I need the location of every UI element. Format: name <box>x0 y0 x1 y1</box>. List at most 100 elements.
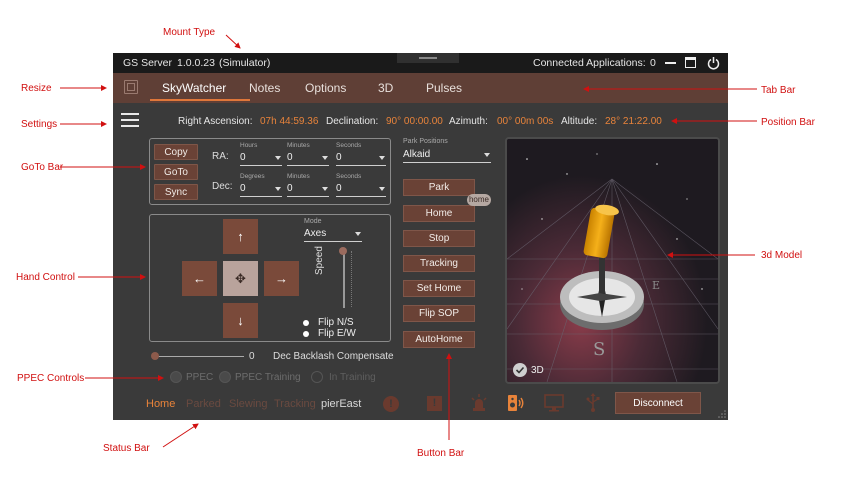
compass-east-letter: E <box>652 279 660 292</box>
flip-ew-radio[interactable] <box>303 331 309 337</box>
ra-input-label: RA: <box>212 151 229 162</box>
alert-circle-icon[interactable]: ! <box>383 396 399 412</box>
ra-seconds-label: Seconds <box>336 142 362 149</box>
disconnect-button[interactable]: Disconnect <box>615 392 701 414</box>
stop-button[interactable]: Stop <box>403 230 475 247</box>
ra-value: 07h 44:59.36 <box>260 116 319 127</box>
speed-slider[interactable] <box>343 250 345 308</box>
azimuth-label: Azimuth: <box>449 116 488 127</box>
annotation-position-bar: Position Bar <box>761 117 815 128</box>
tracking-button[interactable]: Tracking <box>403 255 475 272</box>
hand-control-panel: ↑ ← ✥ → ↓ Mode Axes Speed Flip N/S Flip … <box>149 214 391 342</box>
warning-square-icon[interactable]: ! <box>427 396 442 411</box>
mode-label: Mode <box>304 218 322 225</box>
mode-select[interactable]: Axes <box>304 228 362 242</box>
siren-icon[interactable] <box>471 394 487 412</box>
title-bar: GS Server 1.0.0.23 (Simulator) Connected… <box>113 53 728 73</box>
annotation-mount-type: Mount Type <box>163 27 216 38</box>
power-icon[interactable] <box>707 56 720 70</box>
home-button[interactable]: Home <box>403 205 475 222</box>
backlash-label: Dec Backlash Compensate <box>273 351 394 362</box>
3d-model-view[interactable]: S E 3D <box>505 137 720 384</box>
azimuth-value: 00° 00m 00s <box>497 116 554 127</box>
goto-button[interactable]: GoTo <box>154 164 198 180</box>
ppec-training-toggle[interactable] <box>219 371 231 383</box>
tab-bar: SkyWatcher Notes Options 3D Pulses <box>113 73 728 103</box>
altitude-label: Altitude: <box>561 116 598 127</box>
annotation-ppec-controls: PPEC Controls <box>17 373 85 384</box>
altitude-value: 28° 21:22.00 <box>605 116 662 127</box>
resize-icon[interactable] <box>124 80 138 94</box>
tab-skywatcher[interactable]: SkyWatcher <box>162 81 226 95</box>
3d-toggle-label: 3D <box>531 365 544 376</box>
dec-degrees-select[interactable]: 0 <box>240 183 282 197</box>
dec-input-label: Dec: <box>212 181 233 192</box>
status-slewing: Slewing <box>229 398 268 410</box>
annotation-settings: Settings <box>21 119 58 130</box>
status-pier-side: pierEast <box>321 398 362 410</box>
ppec-training-label: PPEC Training <box>235 372 301 383</box>
ppec-label: PPEC <box>186 372 214 383</box>
annotated-screenshot: Mount Type Resize Settings GoTo Bar Hand… <box>0 0 841 484</box>
ppec-toggle[interactable] <box>170 371 182 383</box>
copy-button[interactable]: Copy <box>154 144 198 160</box>
3d-toggle-check-icon[interactable] <box>513 363 527 377</box>
backlash-slider[interactable] <box>154 356 244 357</box>
connected-apps-label: Connected Applications: <box>533 57 646 69</box>
autohome-button[interactable]: AutoHome <box>403 331 475 348</box>
dec-minutes-select[interactable]: 0 <box>287 183 329 197</box>
ra-label: Right Ascension: <box>178 116 253 127</box>
tab-options[interactable]: Options <box>305 81 346 95</box>
gs-server-window: GS Server 1.0.0.23 (Simulator) Connected… <box>113 53 728 420</box>
ra-hours-select[interactable]: 0 <box>240 152 282 166</box>
minimize-icon[interactable] <box>665 62 676 64</box>
annotation-3d-model: 3d Model <box>761 250 803 261</box>
dec-label: Declination: <box>326 116 379 127</box>
ra-seconds-select[interactable]: 0 <box>336 152 386 166</box>
backlash-value: 0 <box>249 351 255 362</box>
tab-notes[interactable]: Notes <box>249 81 280 95</box>
backlash-slider-thumb[interactable] <box>151 352 159 360</box>
tab-3d[interactable]: 3D <box>378 81 393 95</box>
ra-minutes-select[interactable]: 0 <box>287 152 329 166</box>
maximize-icon[interactable] <box>685 57 696 68</box>
active-tab-indicator <box>150 99 250 101</box>
move-right-button[interactable]: → <box>264 261 299 296</box>
in-training-indicator <box>311 371 323 383</box>
connected-apps-count: 0 <box>650 57 656 69</box>
monitor-icon[interactable] <box>544 394 564 412</box>
move-down-button[interactable]: ↓ <box>223 303 258 338</box>
status-tracking: Tracking <box>274 398 316 410</box>
annotation-hand-control: Hand Control <box>16 272 75 283</box>
speaker-icon[interactable] <box>507 394 525 412</box>
drag-handle[interactable] <box>397 53 459 63</box>
move-up-button[interactable]: ↑ <box>223 219 258 254</box>
dec-seconds-label: Seconds <box>336 173 362 180</box>
speed-label: Speed <box>314 246 325 275</box>
speed-ticks <box>351 251 354 307</box>
status-home: Home <box>146 398 176 410</box>
compass-south-letter: S <box>593 339 605 360</box>
move-center-button[interactable]: ✥ <box>223 261 258 296</box>
status-parked: Parked <box>186 398 221 410</box>
mount-type: (Simulator) <box>219 57 271 69</box>
sync-button[interactable]: Sync <box>154 184 198 200</box>
flip-ns-radio[interactable] <box>303 320 309 326</box>
ra-hours-label: Hours <box>240 142 258 149</box>
annotation-status-bar: Status Bar <box>103 443 150 454</box>
annotation-button-bar: Button Bar <box>417 448 465 459</box>
set-home-button[interactable]: Set Home <box>403 280 475 297</box>
move-left-button[interactable]: ← <box>182 261 217 296</box>
window-resize-grip-icon[interactable] <box>717 409 727 419</box>
park-button[interactable]: Park <box>403 179 475 196</box>
park-positions-select[interactable]: Alkaid <box>403 149 491 163</box>
settings-menu-icon[interactable] <box>121 113 139 127</box>
in-training-label: In Training <box>329 372 376 383</box>
flip-sop-button[interactable]: Flip SOP <box>403 305 475 322</box>
speed-slider-thumb[interactable] <box>339 247 347 255</box>
dec-seconds-select[interactable]: 0 <box>336 183 386 197</box>
usb-icon[interactable] <box>586 393 600 412</box>
flip-ns-label: Flip N/S <box>318 317 354 328</box>
telescope-3d-scene: S E <box>507 139 718 382</box>
tab-pulses[interactable]: Pulses <box>426 81 462 95</box>
